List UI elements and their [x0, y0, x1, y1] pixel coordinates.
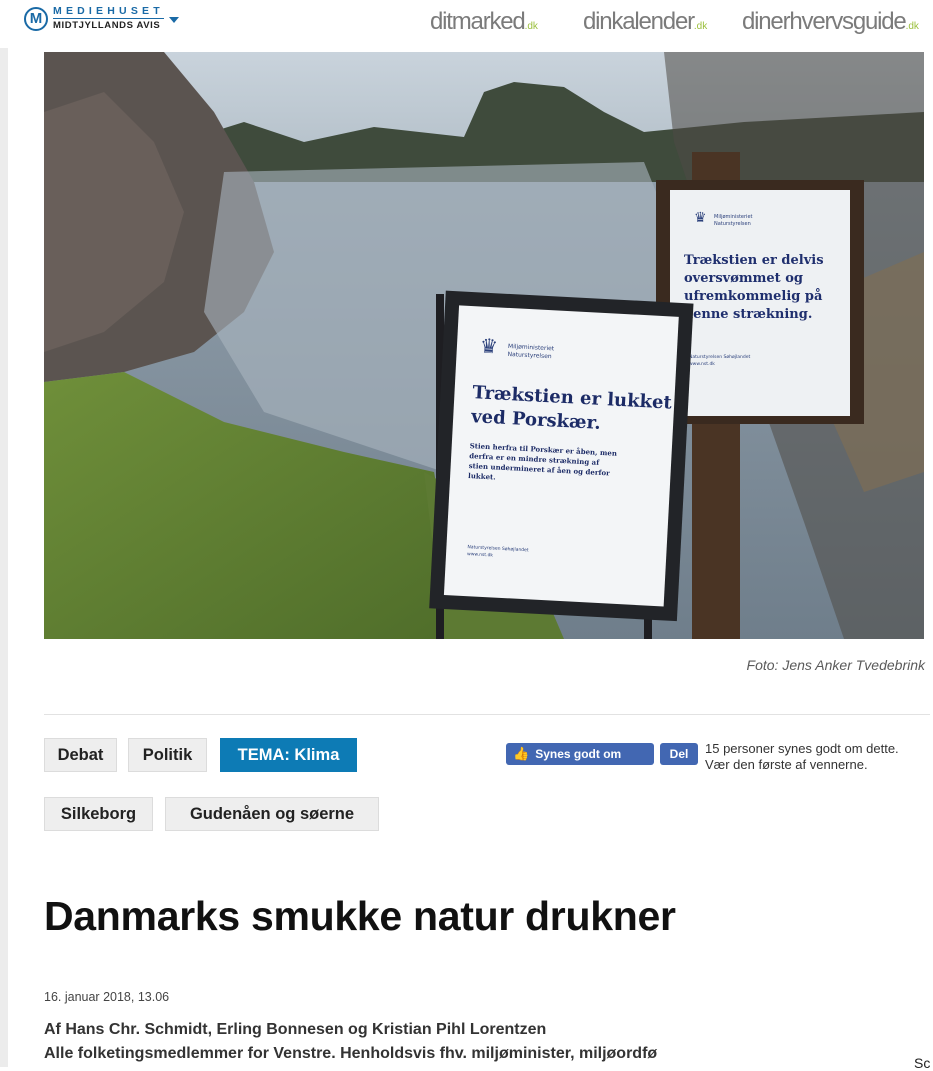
small-sign-line4: denne strækning. [684, 307, 812, 322]
divider [44, 714, 930, 715]
photo-caption: Foto: Jens Anker Tvedebrink [746, 657, 925, 673]
small-sign-line1: Trækstien er delvis [684, 253, 824, 268]
small-sign-footer1: Naturstyrelsen Søhøjlandet [689, 354, 750, 360]
mediehuset-logo[interactable]: M MEDIEHUSET MIDTJYLLANDS AVIS [24, 6, 179, 31]
svg-text:♛: ♛ [479, 334, 498, 359]
logo-wordmark: MEDIEHUSET MIDTJYLLANDS AVIS [53, 6, 164, 31]
svg-text:♛: ♛ [694, 210, 707, 226]
tag-debat[interactable]: Debat [44, 738, 117, 772]
article-authors: Af Hans Chr. Schmidt, Erling Bonnesen og… [44, 1021, 547, 1038]
tag-silkeborg[interactable]: Silkeborg [44, 797, 153, 831]
logo-m-icon: M [24, 6, 48, 31]
chevron-down-icon[interactable] [168, 16, 179, 23]
partner-label: dinkalender [583, 8, 695, 35]
logo-bottom-text: MIDTJYLLANDS AVIS [53, 20, 161, 31]
facebook-like-button[interactable]: 👍 Synes godt om [506, 743, 654, 765]
article-headline: Danmarks smukke natur drukner [44, 893, 676, 939]
partner-link-dinerhvervsguide[interactable]: dinerhvervsguide.dk [742, 8, 919, 36]
hero-photo-illustration: ♛ Miljøministeriet Naturstyrelsen Trækst… [44, 52, 924, 639]
site-header: M MEDIEHUSET MIDTJYLLANDS AVIS ditmarked… [0, 0, 933, 48]
tag-tema-klima[interactable]: TEMA: Klima [220, 738, 357, 772]
thumbs-up-icon: 👍 [513, 746, 530, 761]
hero-photo[interactable]: ♛ Miljøministeriet Naturstyrelsen Trækst… [44, 52, 924, 639]
large-sign-body4: lukket. [468, 471, 496, 481]
small-sign-ministry: Miljøministeriet [714, 214, 753, 220]
partner-label: ditmarked [430, 8, 526, 35]
article-date: 16. januar 2018, 13.06 [44, 990, 170, 1004]
partner-suffix: .dk [524, 21, 538, 32]
facebook-like-count-text: 15 personer synes godt om dette. Vær den… [705, 741, 899, 772]
partner-suffix: .dk [905, 21, 919, 32]
partner-label: dinerhvervsguide [742, 8, 907, 35]
corner-text: Sc [914, 1055, 931, 1071]
partner-link-dinkalender[interactable]: dinkalender.dk [583, 8, 707, 36]
left-rail [0, 0, 8, 1067]
partner-link-ditmarked[interactable]: ditmarked.dk [430, 8, 538, 36]
small-sign-line3: ufremkommelig på [684, 288, 823, 304]
tag-gudenaaen-og-soerne[interactable]: Gudenåen og søerne [165, 797, 379, 831]
article-author-roles: Alle folketingsmedlemmer for Venstre. He… [44, 1045, 658, 1062]
logo-top-text: MEDIEHUSET [53, 5, 164, 19]
small-sign-footer2: www.nst.dk [689, 361, 715, 367]
facebook-share-button[interactable]: Del [660, 743, 698, 765]
tag-politik[interactable]: Politik [128, 738, 207, 772]
facebook-like-label: Synes godt om [535, 747, 622, 761]
partner-suffix: .dk [693, 21, 708, 32]
small-sign-line2: oversvømmet og [684, 271, 803, 286]
small-sign-agency: Naturstyrelsen [714, 221, 751, 227]
